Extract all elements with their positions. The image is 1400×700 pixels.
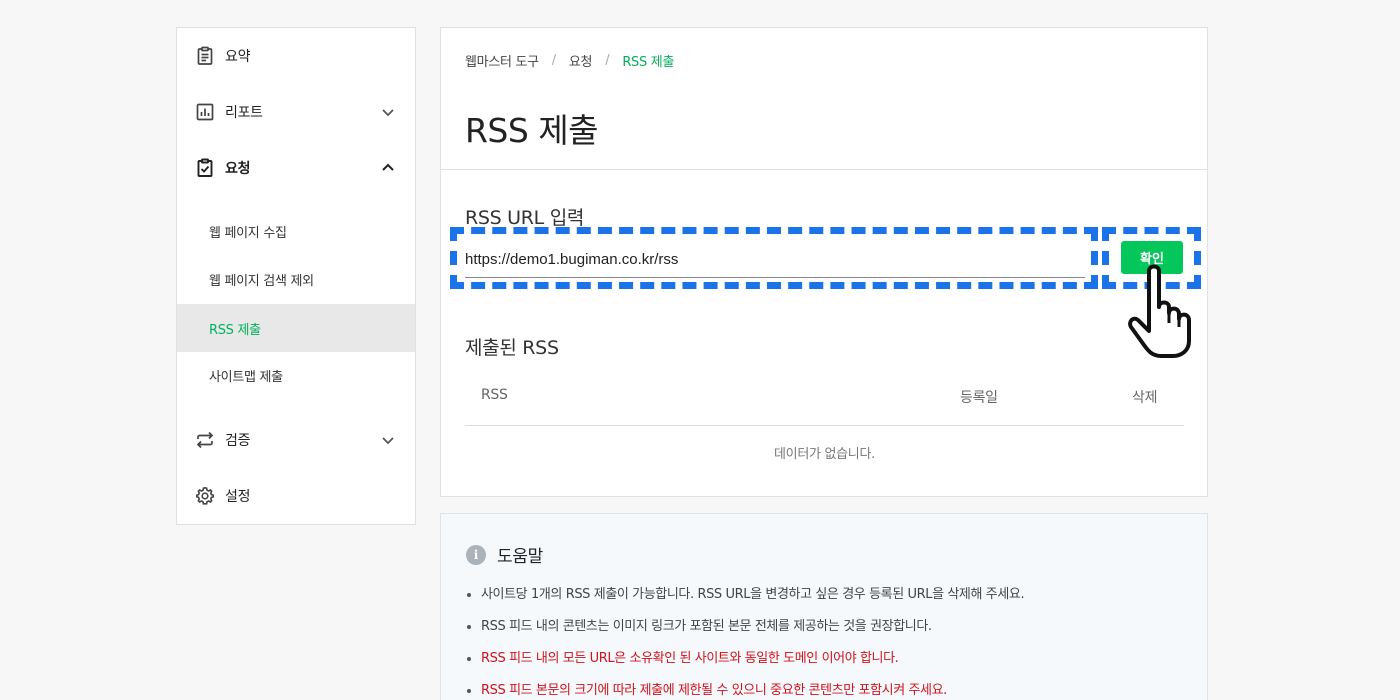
rss-url-input[interactable] [465,242,1085,278]
breadcrumb-separator: / [551,53,556,68]
sidebar-item-request[interactable]: 요청 [177,140,415,196]
page-title: RSS 제출 [465,111,599,150]
hand-pointer-icon [1128,264,1191,358]
clipboard-icon [194,45,216,67]
sidebar-item-label: 리포트 [225,105,263,121]
gear-icon [194,485,216,507]
sidebar: 요약 리포트 요청 웹 페이지 수집 웹 페이지 검색 제외 RSS 제출 사이… [176,27,416,525]
sidebar-item-label: 요약 [225,49,251,65]
sidebar-subitem-sitemap-submit[interactable]: 사이트맵 제출 [177,351,415,399]
divider [441,169,1207,170]
info-icon: i [466,544,486,565]
breadcrumb-current: RSS 제출 [622,55,675,70]
chevron-down-icon [381,433,395,447]
sidebar-item-settings[interactable]: 설정 [177,468,415,524]
column-header-date: 등록일 [960,390,998,406]
help-header: i 도움말 [466,542,543,567]
submitted-rss-section-title: 제출된 RSS [465,337,559,359]
help-list: 사이트당 1개의 RSS 제출이 가능합니다. RSS URL을 변경하고 싶은… [466,586,1025,700]
help-item: 사이트당 1개의 RSS 제출이 가능합니다. RSS URL을 변경하고 싶은… [466,586,1025,618]
breadcrumb-separator: / [605,53,610,68]
help-item: RSS 피드 내의 콘텐츠는 이미지 링크가 포함된 본문 전체를 제공하는 것… [466,618,1024,650]
sidebar-subitem-rss-submit[interactable]: RSS 제출 [177,304,415,352]
sidebar-item-verify[interactable]: 검증 [177,412,415,468]
repeat-icon [194,429,216,451]
sidebar-item-summary[interactable]: 요약 [177,28,415,84]
main-panel: 웹마스터 도구 / 요청 / RSS 제출 RSS 제출 RSS URL 입력 … [440,27,1208,497]
help-item-warning: RSS 피드 내의 모든 URL은 소유확인 된 사이트와 동일한 도메인 이어… [466,650,1024,682]
breadcrumb-item[interactable]: 요청 [569,51,593,70]
chart-icon [194,101,216,123]
clipboard-check-icon [194,157,216,179]
confirm-button[interactable]: 확인 [1121,241,1183,274]
sidebar-subitem-page-collect[interactable]: 웹 페이지 수집 [177,207,415,255]
sidebar-item-report[interactable]: 리포트 [177,84,415,140]
help-item-warning: RSS 피드 본문의 크기에 따라 제출에 제한될 수 있으니 중요한 콘텐츠만… [466,682,1024,700]
sidebar-item-label: 요청 [225,161,251,177]
table-header-divider [465,425,1184,426]
column-header-rss: RSS [481,387,508,403]
breadcrumb: 웹마스터 도구 / 요청 / RSS 제출 [465,51,674,70]
sidebar-subitem-search-exclude[interactable]: 웹 페이지 검색 제외 [177,255,415,303]
empty-table-message: 데이터가 없습니다. [774,447,875,462]
sidebar-item-label: 검증 [225,433,251,449]
rss-url-section-title: RSS URL 입력 [465,207,585,229]
help-title: 도움말 [497,547,544,567]
help-panel: i 도움말 사이트당 1개의 RSS 제출이 가능합니다. RSS URL을 변… [440,513,1208,700]
column-header-delete: 삭제 [1132,390,1158,406]
breadcrumb-item[interactable]: 웹마스터 도구 [465,51,539,70]
chevron-down-icon [381,105,395,119]
chevron-up-icon [381,161,395,175]
sidebar-item-label: 설정 [225,489,251,505]
